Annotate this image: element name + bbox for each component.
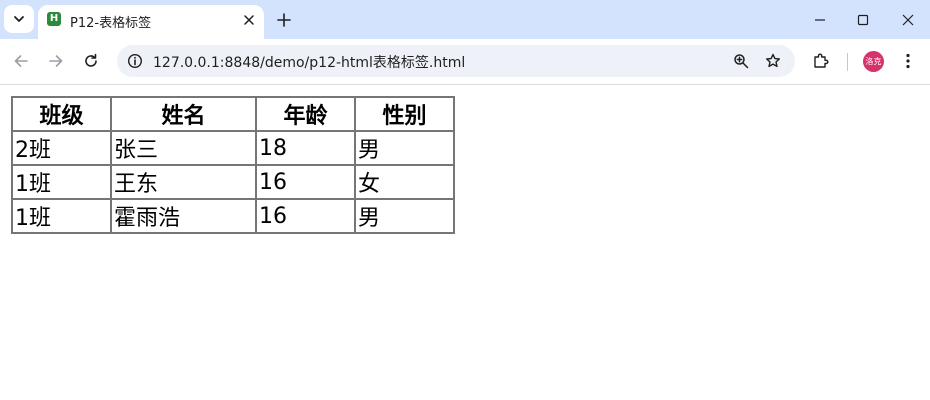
browser-menu-button[interactable]: [895, 48, 921, 74]
column-header: 年龄: [256, 97, 355, 131]
table-cell: 16: [256, 165, 355, 199]
column-header: 班级: [12, 97, 111, 131]
table-cell: 18: [256, 131, 355, 165]
page-content: 班级 姓名 年龄 性别 2班 张三 18 男 1班 王东 16 女 1班 霍雨浩…: [0, 85, 930, 400]
table-cell: 霍雨浩: [111, 199, 256, 233]
extensions-button[interactable]: [808, 48, 834, 74]
maximize-icon: [857, 14, 869, 26]
maximize-button[interactable]: [850, 7, 876, 33]
favicon-letter: H: [49, 13, 59, 24]
back-arrow-icon: [14, 55, 28, 67]
active-tab[interactable]: H P12-表格标签: [38, 5, 264, 39]
reload-icon: [85, 53, 97, 67]
tab-title: P12-表格标签: [70, 16, 152, 31]
new-tab-button[interactable]: [272, 8, 296, 32]
profile-avatar[interactable]: 洛克: [863, 51, 884, 72]
browser-toolbar: 127.0.0.1:8848/demo/p12-html表格标签.html 洛克: [0, 39, 930, 85]
tab-close-button[interactable]: [240, 11, 258, 29]
address-bar[interactable]: 127.0.0.1:8848/demo/p12-html表格标签.html: [117, 45, 795, 77]
site-info-button[interactable]: [124, 50, 146, 72]
close-icon: [244, 15, 254, 25]
table-row: 1班 霍雨浩 16 男: [12, 199, 454, 233]
table-header-row: 班级 姓名 年龄 性别: [12, 97, 454, 131]
back-button[interactable]: [8, 48, 34, 74]
table-cell: 男: [355, 199, 454, 233]
url-text[interactable]: 127.0.0.1:8848/demo/p12-html表格标签.html: [153, 52, 465, 72]
student-table: 班级 姓名 年龄 性别 2班 张三 18 男 1班 王东 16 女 1班 霍雨浩…: [11, 96, 455, 234]
zoom-button[interactable]: [730, 50, 752, 72]
table-row: 2班 张三 18 男: [12, 131, 454, 165]
table-cell: 1班: [12, 165, 111, 199]
window-close-button[interactable]: [895, 7, 921, 33]
table-cell: 张三: [111, 131, 256, 165]
table-cell: 女: [355, 165, 454, 199]
reload-button[interactable]: [78, 48, 104, 74]
tab-search-icon: [14, 16, 24, 22]
zoom-icon: [734, 54, 749, 69]
forward-arrow-icon: [49, 55, 63, 67]
column-header: 姓名: [111, 97, 256, 131]
forward-button[interactable]: [43, 48, 69, 74]
table-cell: 2班: [12, 131, 111, 165]
table-cell: 王东: [111, 165, 256, 199]
browser-window: H P12-表格标签 127.0.0.1:8848/demo/p12-html表…: [0, 0, 930, 400]
tab-strip: H P12-表格标签: [0, 0, 930, 39]
minimize-button[interactable]: [807, 7, 833, 33]
table-row: 1班 王东 16 女: [12, 165, 454, 199]
menu-dots-icon: [906, 53, 910, 69]
window-close-icon: [902, 14, 914, 26]
table-cell: 男: [355, 131, 454, 165]
tab-search-button[interactable]: [4, 5, 34, 33]
plus-icon: [277, 13, 291, 27]
minimize-icon: [815, 19, 825, 21]
bookmark-star-icon: [766, 53, 780, 68]
table-cell: 1班: [12, 199, 111, 233]
toolbar-divider: [847, 53, 848, 71]
table-cell: 16: [256, 199, 355, 233]
site-info-icon: [127, 53, 143, 69]
html-file-icon: H: [47, 12, 61, 26]
column-header: 性别: [355, 97, 454, 131]
extensions-icon: [814, 53, 829, 68]
bookmark-button[interactable]: [762, 50, 784, 72]
